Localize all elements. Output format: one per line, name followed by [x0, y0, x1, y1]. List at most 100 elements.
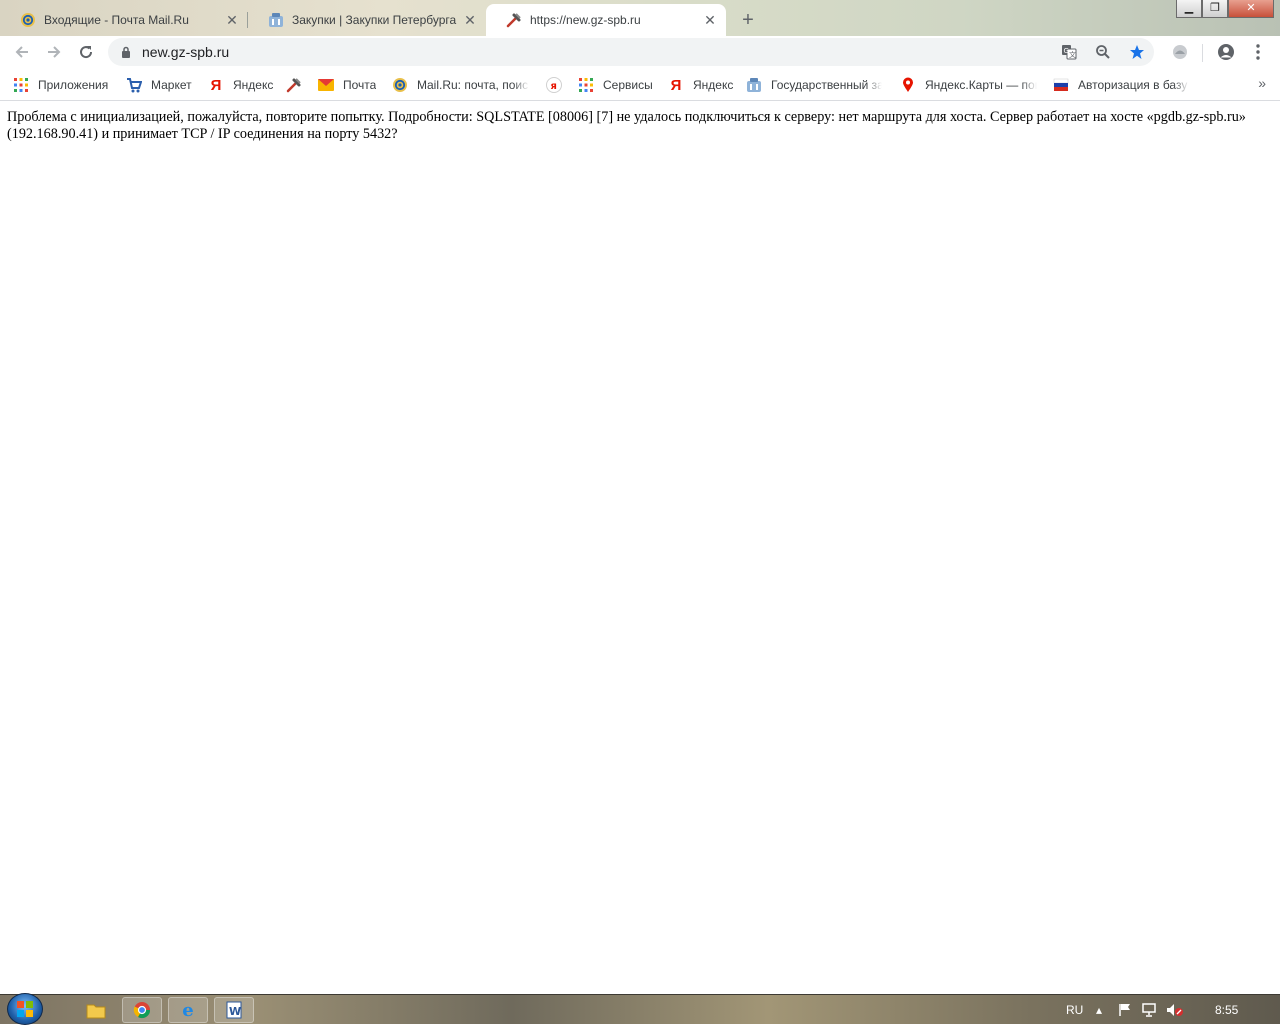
- chevron-up-icon: ▴: [1096, 1003, 1103, 1017]
- bookmark-label: Почта: [343, 78, 377, 92]
- flag-icon: [1053, 77, 1069, 93]
- cart-icon: [126, 77, 142, 93]
- apps-grid-icon: [578, 77, 594, 93]
- gz-building-icon: [268, 12, 284, 28]
- tab-zakupki[interactable]: Закупки | Закупки Петербурга ✕: [248, 4, 486, 36]
- bookmark-auth[interactable]: Авторизация в базу: [1053, 75, 1189, 95]
- close-icon[interactable]: ✕: [462, 12, 478, 28]
- tab-mail[interactable]: Входящие - Почта Mail.Ru ✕: [0, 4, 248, 36]
- page-content: Проблема с инициализацией, пожалуйста, п…: [0, 101, 1280, 994]
- tab-active-gz-spb[interactable]: https://new.gz-spb.ru ✕: [486, 4, 726, 36]
- menu-button[interactable]: [1246, 40, 1270, 64]
- new-tab-button[interactable]: +: [734, 6, 762, 34]
- windows-taskbar: e W RU ▴ 8:55: [0, 993, 1280, 1025]
- language-label: RU: [1066, 1003, 1084, 1017]
- clock-time: 8:55: [1215, 1003, 1239, 1017]
- more-vert-icon: [1256, 44, 1260, 60]
- tab-title: https://new.gz-spb.ru: [530, 13, 641, 27]
- extension-button[interactable]: [1168, 40, 1192, 64]
- address-bar[interactable]: G文: [108, 38, 1154, 66]
- folder-icon: [86, 1004, 106, 1019]
- mailru-at-icon: [20, 12, 36, 28]
- account-icon: [1218, 44, 1234, 60]
- url-input[interactable]: [142, 44, 1042, 60]
- window-close-button[interactable]: ✕: [1228, 0, 1274, 18]
- bookmark-label: Mail.Ru: почта, поис: [417, 78, 529, 92]
- apps-grid-icon: [13, 77, 29, 93]
- bookmarks-bar: Приложения Маркет Я Яндекс Почта Mail.Ru…: [0, 69, 1280, 101]
- bookmark-services[interactable]: Сервисы: [578, 75, 653, 95]
- taskbar-chrome[interactable]: [122, 997, 162, 1023]
- svg-text:文: 文: [1069, 50, 1076, 59]
- tools-icon: [286, 77, 302, 93]
- bookmark-yandex-2[interactable]: Я Яндекс: [668, 75, 734, 95]
- restore-icon: ❐: [1210, 2, 1220, 14]
- close-icon[interactable]: ✕: [224, 12, 240, 28]
- gz-building-icon: [746, 77, 762, 93]
- tray-overflow-button[interactable]: ▴: [1096, 995, 1102, 1025]
- bookmark-market[interactable]: Маркет: [126, 75, 192, 95]
- tab-strip: Входящие - Почта Mail.Ru ✕ Закупки | Зак…: [0, 0, 1280, 36]
- restore-button[interactable]: ❐: [1202, 0, 1228, 18]
- svg-text:W: W: [229, 1005, 241, 1018]
- bookmark-label: Приложения: [38, 78, 109, 92]
- tools-icon: [506, 12, 522, 28]
- bookmark-star-icon[interactable]: [1128, 43, 1146, 61]
- mailru-at-icon: [392, 77, 408, 93]
- bookmarks-overflow-button[interactable]: »: [1258, 75, 1266, 91]
- taskbar-ie[interactable]: e: [168, 997, 208, 1023]
- translate-icon[interactable]: G文: [1060, 43, 1078, 61]
- forward-button[interactable]: [40, 38, 68, 66]
- bookmark-gz[interactable]: Государственный за: [746, 75, 882, 95]
- taskbar-explorer[interactable]: [76, 997, 116, 1023]
- bookmark-label: Маркет: [151, 78, 192, 92]
- word-icon: W: [226, 1001, 242, 1019]
- bookmark-yandex-badge[interactable]: я: [546, 75, 571, 95]
- label-fade: [1021, 75, 1037, 95]
- lock-icon: [120, 46, 132, 58]
- chevron-double-right-icon: »: [1258, 75, 1266, 91]
- bookmark-label: Сервисы: [603, 78, 653, 92]
- internet-explorer-icon: e: [182, 999, 194, 1021]
- label-fade: [866, 75, 882, 95]
- plus-icon: +: [742, 8, 754, 31]
- error-message: Проблема с инициализацией, пожалуйста, п…: [7, 109, 1246, 142]
- bookmark-apps[interactable]: Приложения: [13, 75, 108, 95]
- minimize-button[interactable]: ▁: [1176, 0, 1202, 18]
- reload-button[interactable]: [72, 38, 100, 66]
- minimize-icon: ▁: [1184, 2, 1194, 14]
- arrow-right-icon: [48, 46, 61, 58]
- yandex-icon: Я: [670, 76, 682, 94]
- zoom-icon[interactable]: [1094, 43, 1112, 61]
- bookmark-yandex[interactable]: Я Яндекс: [208, 75, 274, 95]
- bookmark-pochta[interactable]: Почта: [318, 75, 376, 95]
- yandex-icon: Я: [210, 76, 222, 94]
- arrow-left-icon: [15, 46, 28, 58]
- bookmark-mailru[interactable]: Mail.Ru: почта, поис: [392, 75, 529, 95]
- bookmark-label: Яндекс: [693, 78, 734, 92]
- window-controls: ▁ ❐ ✕: [1176, 0, 1274, 18]
- action-center-icon[interactable]: [1118, 995, 1132, 1025]
- volume-muted-icon[interactable]: [1166, 995, 1184, 1025]
- close-icon[interactable]: ✕: [702, 12, 718, 28]
- yandex-badge-icon: я: [546, 77, 562, 93]
- language-indicator[interactable]: RU: [1066, 995, 1083, 1025]
- taskbar-word[interactable]: W: [214, 997, 254, 1023]
- label-fade: [1173, 75, 1189, 95]
- bookmark-label: Яндекс: [233, 78, 274, 92]
- extension-icon: [1173, 45, 1187, 59]
- network-icon[interactable]: [1142, 995, 1158, 1025]
- close-icon: ✕: [1246, 2, 1256, 14]
- windows-logo-icon: [17, 1001, 33, 1017]
- bookmark-yandex-maps[interactable]: Яндекс.Карты — пог: [900, 75, 1037, 95]
- start-button[interactable]: [7, 993, 43, 1025]
- tab-title: Входящие - Почта Mail.Ru: [44, 13, 189, 27]
- label-fade: [513, 75, 529, 95]
- profile-button[interactable]: [1214, 40, 1238, 64]
- system-clock[interactable]: 8:55: [1215, 995, 1238, 1025]
- bookmark-tools[interactable]: [286, 75, 311, 95]
- back-button[interactable]: [8, 38, 36, 66]
- tab-title: Закупки | Закупки Петербурга: [292, 13, 457, 27]
- reload-icon: [80, 46, 93, 59]
- mail-envelope-icon: [318, 77, 334, 93]
